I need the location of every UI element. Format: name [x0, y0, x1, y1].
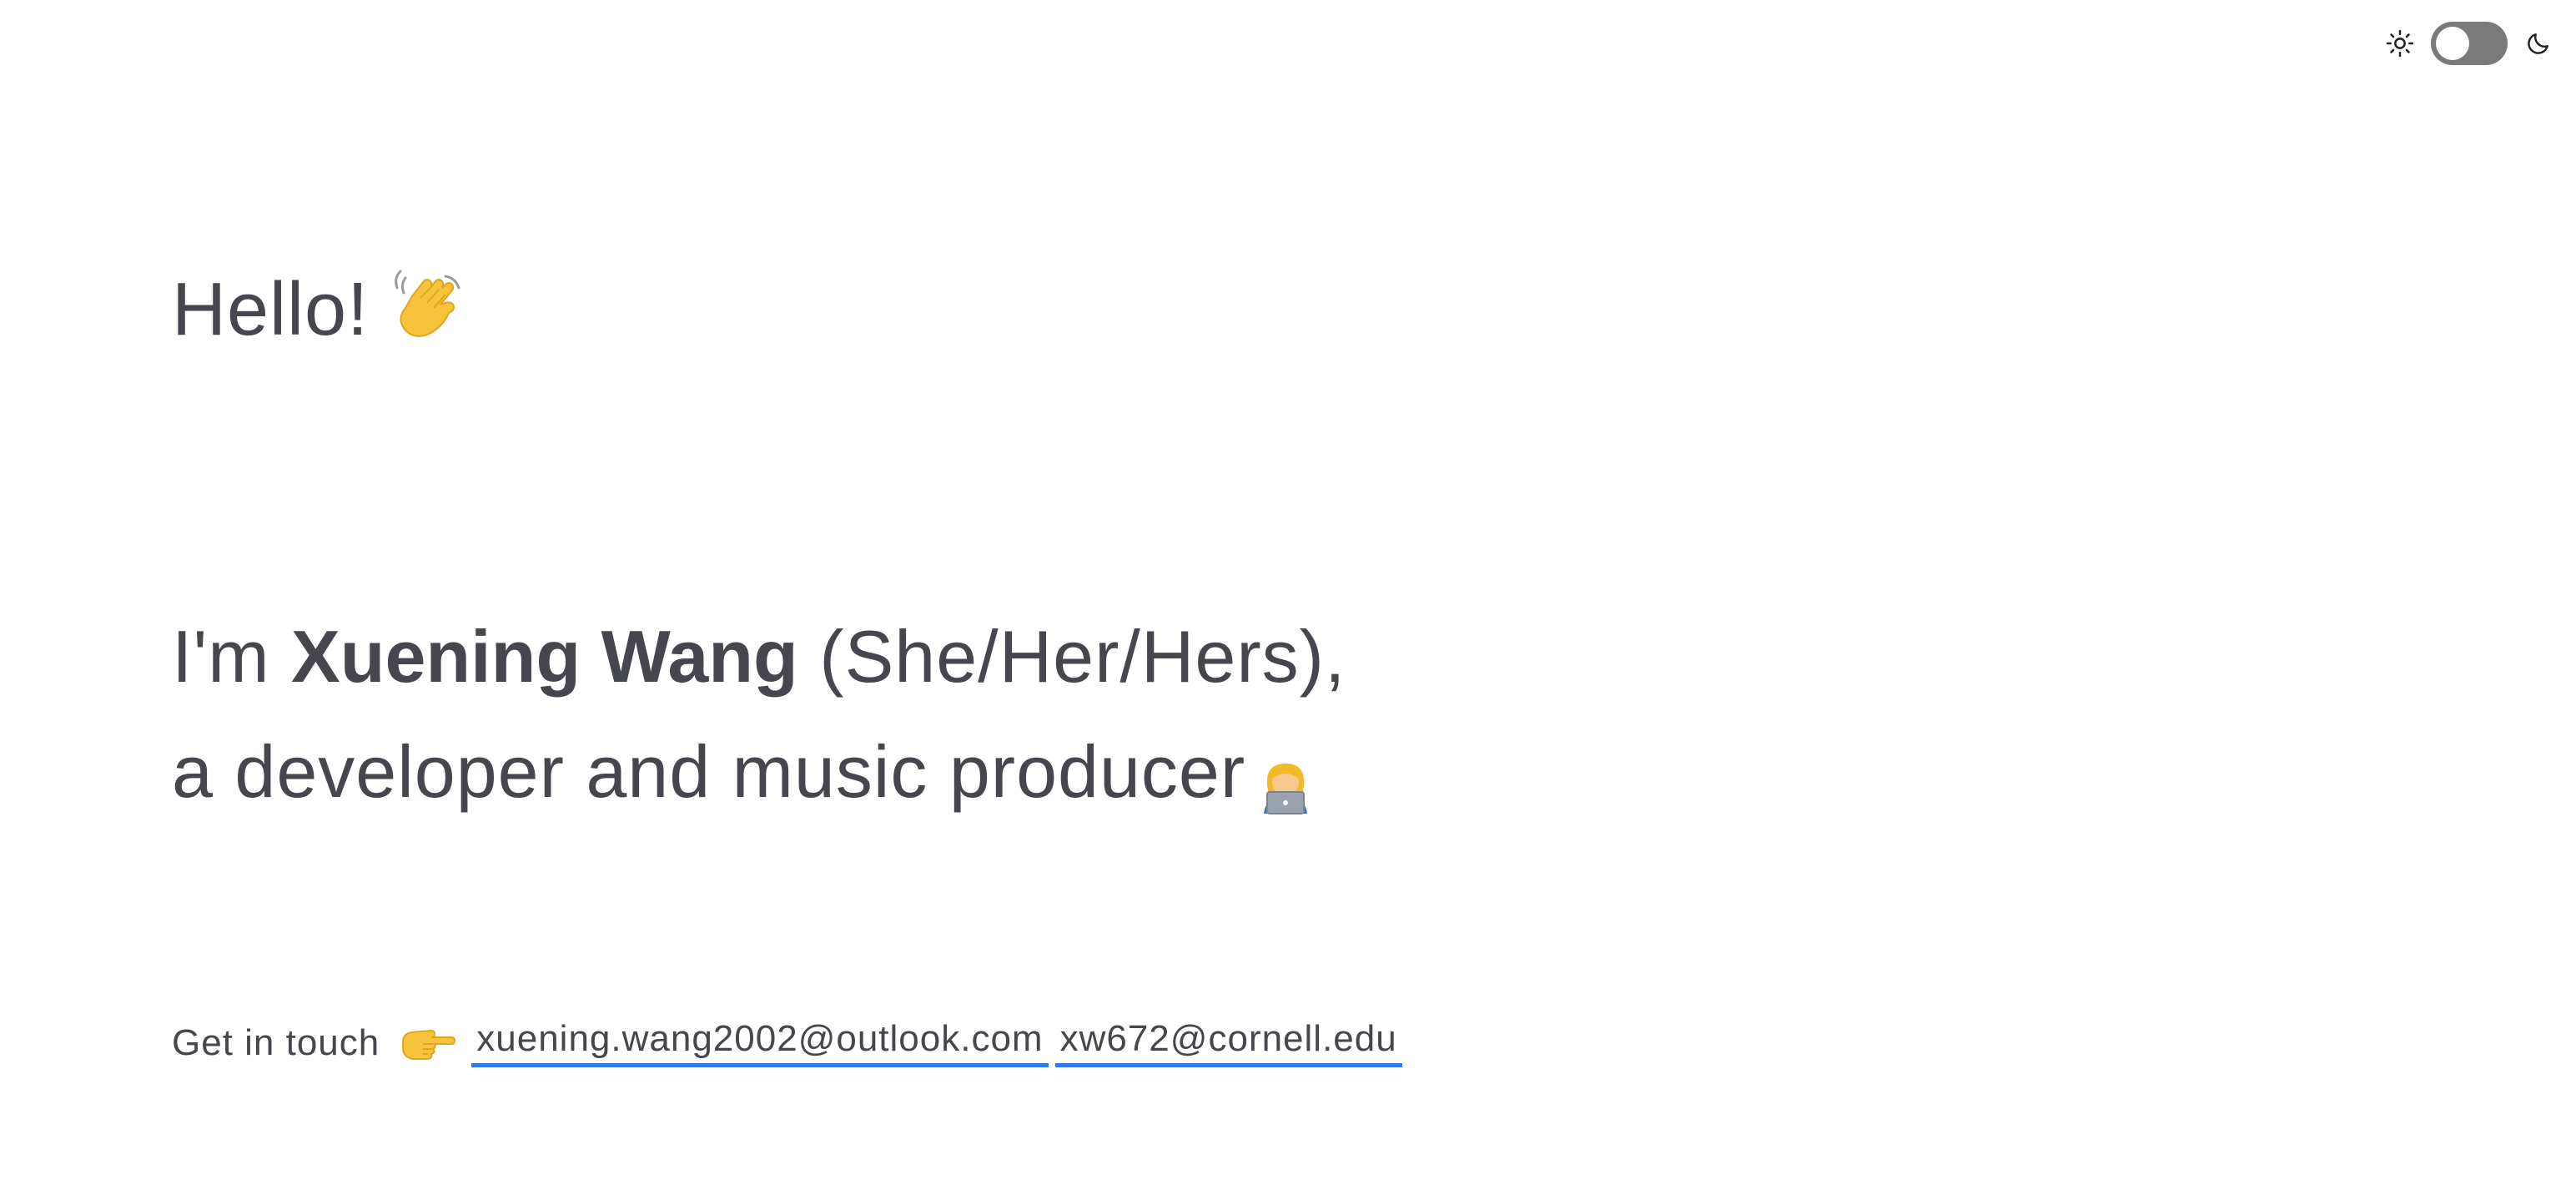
theme-toggle	[2384, 22, 2554, 65]
contact-row: Get in touch xuening.wang2002@outlook.co…	[172, 1018, 1409, 1067]
pointing-right-icon	[398, 1022, 456, 1064]
intro-text: I'm Xuening Wang (She/Her/Hers), a devel…	[172, 599, 1346, 830]
intro-prefix: I'm	[172, 615, 270, 698]
dark-mode-switch[interactable]	[2431, 22, 2508, 65]
waving-hand-icon	[387, 263, 467, 343]
woman-technologist-icon	[1255, 734, 1316, 814]
intro-line-1: I'm Xuening Wang (She/Her/Hers),	[172, 599, 1346, 714]
intro-line-2: a developer and music producer	[172, 714, 1346, 830]
switch-knob	[2436, 27, 2469, 60]
greeting-text: Hello!	[172, 268, 370, 351]
tagline: a developer and music producer	[172, 730, 1246, 813]
author-name: Xuening Wang	[291, 615, 798, 698]
outlook-email-link[interactable]: xuening.wang2002@outlook.com	[471, 1018, 1049, 1067]
contact-label: Get in touch	[172, 1021, 380, 1063]
cornell-email-link[interactable]: xw672@cornell.edu	[1054, 1018, 1402, 1067]
greeting-heading: Hello!	[172, 269, 467, 355]
sun-icon	[2384, 28, 2416, 59]
pronouns: (She/Her/Hers),	[819, 615, 1346, 698]
moon-icon	[2523, 28, 2554, 59]
